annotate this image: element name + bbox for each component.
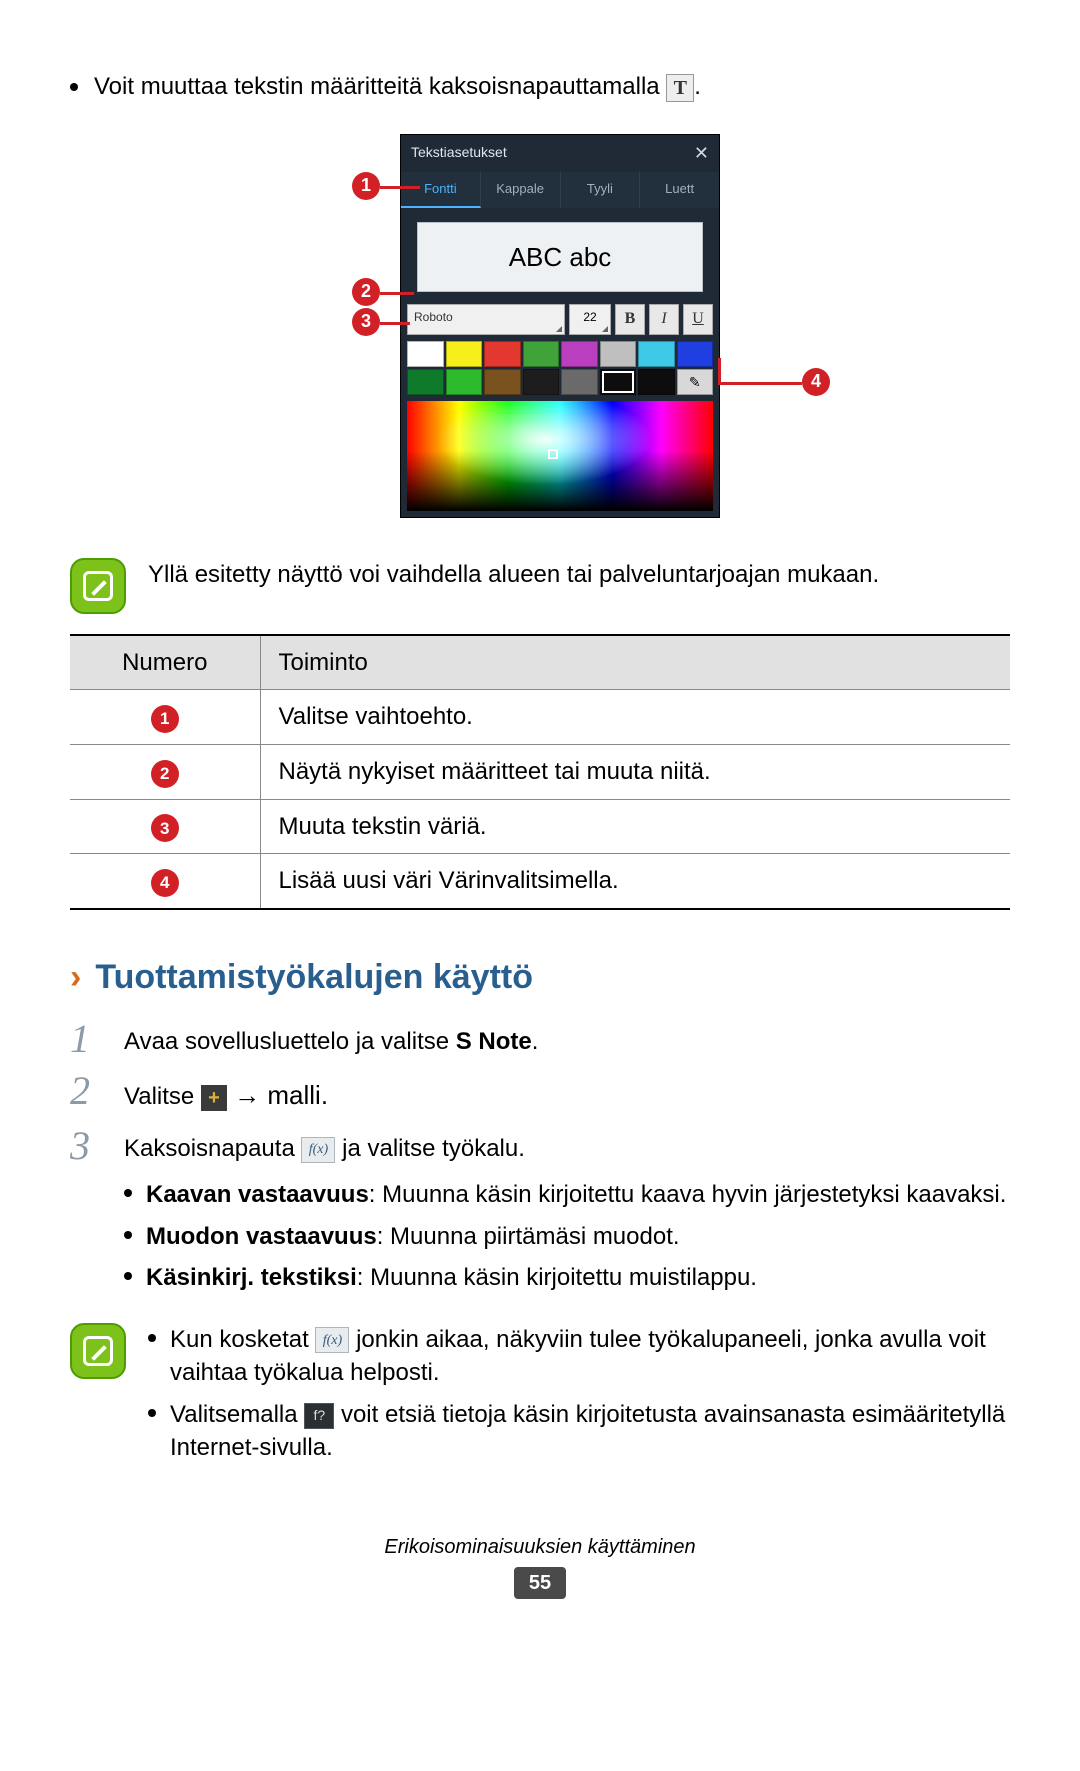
gradient-marker[interactable] [548,449,558,459]
intro-period: . [694,73,701,100]
tab-kappale[interactable]: Kappale [481,172,561,208]
callout-line [380,292,414,295]
color-swatch[interactable] [523,369,560,395]
bullet-dot [124,1189,132,1197]
color-swatch[interactable] [600,369,637,395]
th-numero: Numero [70,635,260,690]
row-badge: 2 [151,760,179,788]
row-text: Valitse vaihtoehto. [260,690,1010,745]
color-swatches[interactable]: ✎ [401,341,719,401]
row-badge: 1 [151,705,179,733]
callout-line [380,186,420,189]
note-box: Yllä esitetty näyttö voi vaihdella aluee… [70,558,1010,614]
chapter-name: Erikoisominaisuuksien käyttäminen [384,1536,695,1558]
th-toiminto: Toiminto [260,635,1010,690]
eyedropper-icon[interactable]: ✎ [677,369,714,395]
row-text: Näytä nykyiset määritteet tai muuta niit… [260,744,1010,799]
step-number: 2 [70,1071,106,1111]
bullet-dot [124,1231,132,1239]
callout-4: 4 [802,368,830,396]
color-swatch[interactable] [638,369,675,395]
note2-line1: Kun kosketat f(x) jonkin aikaa, näkyviin… [170,1323,1010,1390]
callout-table: Numero Toiminto 1 Valitse vaihtoehto. 2 … [70,634,1010,910]
row-badge: 4 [151,869,179,897]
page-number: 55 [514,1567,566,1599]
step-number: 3 [70,1126,106,1166]
plus-icon: + [201,1085,227,1111]
callout-1: 1 [352,172,380,200]
color-swatch[interactable] [446,369,483,395]
color-swatch[interactable] [446,341,483,367]
font-preview: ABC abc [417,222,703,292]
bullet-dot [124,1272,132,1280]
bullet-dot [148,1409,156,1417]
italic-button[interactable]: I [649,304,679,334]
row-text: Lisää uusi väri Värinvalitsimella. [260,854,1010,909]
note-icon [70,1323,126,1379]
fx-icon: f(x) [301,1137,335,1163]
color-swatch[interactable] [677,341,714,367]
fx-icon: f(x) [315,1327,349,1353]
callout-line [718,382,802,385]
step-2: Valitse + → malli. [124,1071,1010,1114]
note-box-2: Kun kosketat f(x) jonkin aikaa, näkyviin… [70,1323,1010,1473]
callout-3: 3 [352,308,380,336]
callout-line [380,322,410,325]
font-select[interactable]: Roboto [407,304,565,334]
bullet-dot [148,1334,156,1342]
underline-button[interactable]: U [683,304,713,334]
section-heading: › Tuottamistyökalujen käyttö [70,954,1010,1002]
step-number: 1 [70,1019,106,1059]
sub-item: Kaavan vastaavuus: Muunna käsin kirjoite… [124,1178,1010,1212]
step-3: Kaksoisnapauta f(x) ja valitse työkalu. [124,1126,1010,1166]
note-icon [70,558,126,614]
tab-fontti[interactable]: Fontti [401,172,481,208]
bold-button[interactable]: B [615,304,645,334]
search-fx-icon: f? [304,1403,334,1429]
color-swatch[interactable] [407,369,444,395]
color-swatch[interactable] [638,341,675,367]
color-swatch[interactable] [561,369,598,395]
bullet-dot [70,83,78,91]
color-swatch[interactable] [484,341,521,367]
color-swatch[interactable] [561,341,598,367]
text-settings-panel: Tekstiasetukset ✕ Fontti Kappale Tyyli L… [400,134,720,518]
tab-tyyli[interactable]: Tyyli [561,172,641,208]
color-swatch[interactable] [600,341,637,367]
color-swatch[interactable] [523,341,560,367]
note-text: Yllä esitetty näyttö voi vaihdella aluee… [148,558,879,592]
row-text: Muuta tekstin väriä. [260,799,1010,854]
close-icon[interactable]: ✕ [694,141,709,166]
step-1: Avaa sovellusluettelo ja valitse S Note. [124,1019,1010,1059]
size-select[interactable]: 22 [569,304,611,334]
text-settings-figure: Tekstiasetukset ✕ Fontti Kappale Tyyli L… [260,134,820,518]
callout-line [718,358,721,382]
intro-bullet: Voit muuttaa tekstin määritteitä kaksois… [70,70,1010,104]
color-gradient[interactable] [407,401,713,511]
row-badge: 3 [151,814,179,842]
color-swatch[interactable] [407,341,444,367]
note2-line2: Valitsemalla f? voit etsiä tietoja käsin… [170,1398,1010,1465]
sub-item: Käsinkirj. tekstiksi: Muunna käsin kirjo… [124,1261,1010,1295]
page-footer: Erikoisominaisuuksien käyttäminen 55 [70,1533,1010,1599]
intro-text: Voit muuttaa tekstin määritteitä kaksois… [94,73,666,100]
section-title: Tuottamistyökalujen käyttö [95,954,533,1002]
sub-item: Muodon vastaavuus: Muunna piirtämäsi muo… [124,1220,1010,1254]
text-tool-icon: T [666,74,694,102]
panel-title: Tekstiasetukset [411,143,507,163]
color-swatch[interactable] [484,369,521,395]
callout-2: 2 [352,278,380,306]
tab-luett[interactable]: Luett [640,172,719,208]
chevron-icon: › [70,954,81,1002]
